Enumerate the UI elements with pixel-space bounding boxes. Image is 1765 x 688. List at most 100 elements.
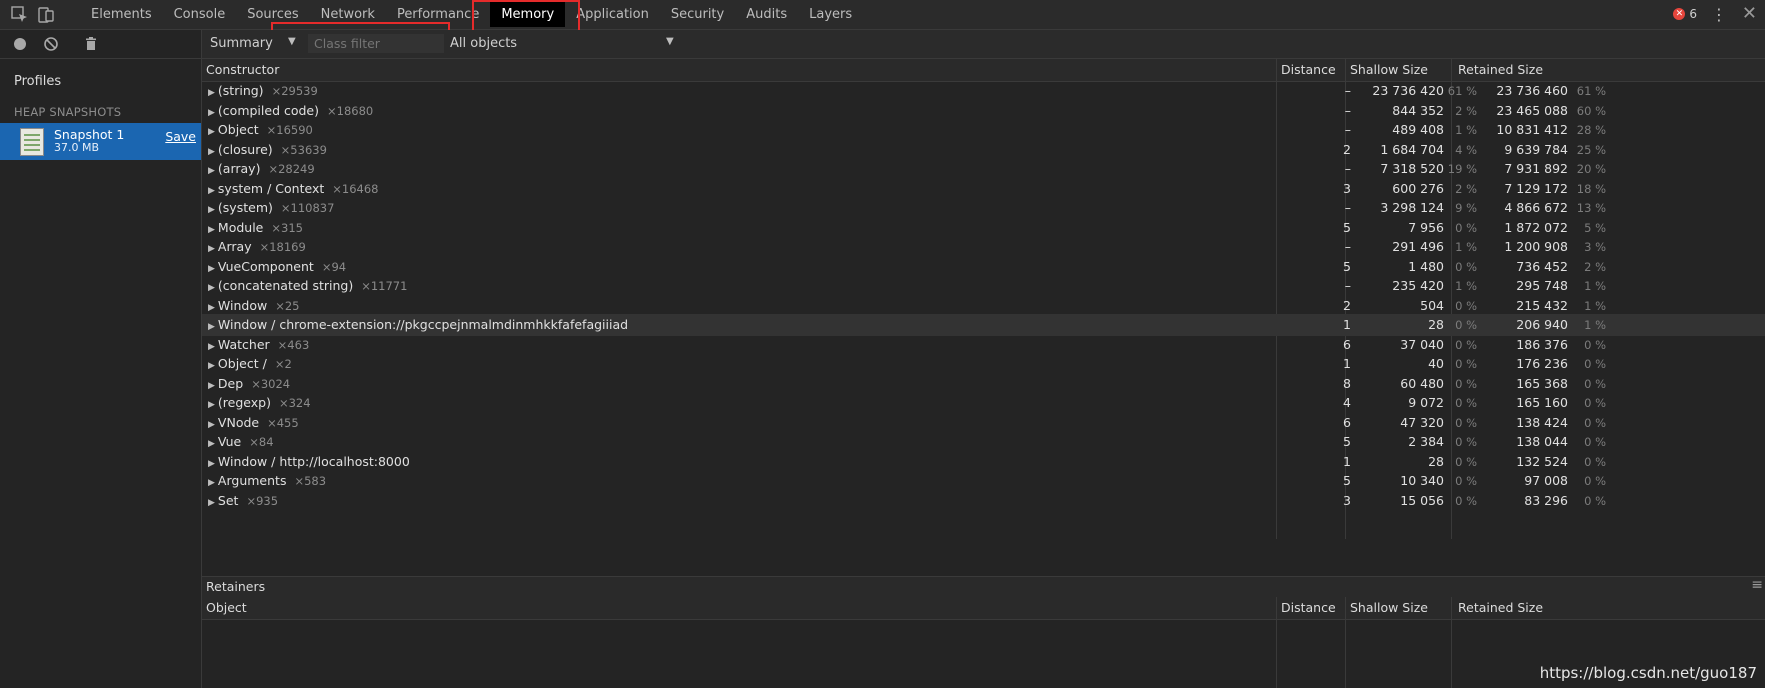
devtools-tab-bar: Elements Console Sources Network Performance…	[0, 0, 1765, 30]
objects-selector[interactable]: All objects	[450, 36, 517, 51]
expand-triangle-icon[interactable]: ▶	[208, 459, 215, 469]
expand-triangle-icon[interactable]: ▶	[208, 381, 215, 391]
expand-triangle-icon[interactable]: ▶	[208, 342, 215, 352]
col-object[interactable]: Object	[202, 597, 247, 619]
menu-icon[interactable]: ≡	[1751, 577, 1763, 593]
class-filter-input[interactable]	[308, 34, 444, 53]
close-icon[interactable]: ✕	[1742, 3, 1757, 24]
objects-dropdown-icon[interactable]: ▼	[666, 36, 674, 47]
col-retained-size[interactable]: Retained Size	[1454, 597, 1543, 619]
column-divider	[1451, 597, 1452, 688]
save-link[interactable]: Save	[165, 129, 196, 144]
clear-all-icon[interactable]	[42, 35, 60, 53]
tab-console[interactable]: Console	[163, 0, 237, 29]
instance-count: ×455	[267, 415, 299, 430]
view-dropdown-icon[interactable]: ▼	[288, 36, 296, 47]
constructor-name: VueComponent	[217, 258, 314, 274]
expand-triangle-icon[interactable]: ▶	[208, 147, 215, 157]
col-distance[interactable]: Distance	[1277, 59, 1336, 81]
device-toolbar-icon[interactable]	[36, 5, 56, 25]
expand-triangle-icon[interactable]: ▶	[208, 303, 215, 313]
col-shallow-size[interactable]: Shallow Size	[1346, 597, 1428, 619]
expand-triangle-icon[interactable]: ▶	[208, 205, 215, 215]
record-icon[interactable]	[11, 35, 29, 53]
col-distance[interactable]: Distance	[1277, 597, 1336, 619]
expand-triangle-icon[interactable]: ▶	[208, 283, 215, 293]
filter-toolbar: Summary ▼ All objects ▼	[202, 30, 1765, 59]
instance-count: ×315	[271, 220, 303, 235]
constructor-name: system / Context	[217, 180, 325, 196]
inspect-element-icon[interactable]	[10, 5, 30, 25]
snapshot-item[interactable]: Snapshot 1 37.0 MB Save	[0, 123, 201, 160]
instance-count: ×18169	[259, 240, 306, 254]
error-counter[interactable]: ✕ 6	[1673, 7, 1697, 21]
expand-triangle-icon[interactable]: ▶	[208, 166, 215, 176]
sidebar-toolbar	[0, 30, 201, 59]
retainers-bar: Retainers ≡	[202, 576, 1765, 598]
instance-count: ×25	[275, 298, 300, 313]
snapshot-size: 37.0 MB	[54, 141, 100, 154]
instance-count: ×11771	[361, 279, 408, 293]
constructor-name: Module	[217, 219, 264, 235]
col-constructor[interactable]: Constructor	[202, 59, 279, 81]
expand-triangle-icon[interactable]: ▶	[208, 88, 215, 98]
constructor-name: (string)	[217, 83, 264, 98]
instance-count: ×3024	[251, 376, 291, 391]
retainers-grid-header: Object Distance Shallow Size Retained Si…	[202, 597, 1765, 620]
constructor-name: Window	[217, 297, 268, 313]
col-shallow-size[interactable]: Shallow Size	[1346, 59, 1428, 81]
error-icon: ✕	[1673, 8, 1686, 20]
instance-count: ×16468	[332, 181, 379, 196]
constructor-name: Object /	[217, 356, 267, 371]
constructor-name: Watcher	[217, 336, 270, 352]
constructor-name: (concatenated string)	[217, 278, 354, 293]
expand-triangle-icon[interactable]: ▶	[208, 439, 215, 449]
view-selector[interactable]: Summary	[210, 36, 273, 51]
expand-triangle-icon[interactable]: ▶	[208, 127, 215, 137]
instance-count: ×110837	[280, 201, 335, 215]
expand-triangle-icon[interactable]: ▶	[208, 400, 215, 410]
tab-security[interactable]: Security	[660, 0, 735, 29]
expand-triangle-icon[interactable]: ▶	[208, 478, 215, 488]
constructor-name: (closure)	[217, 141, 273, 157]
constructor-name: VNode	[217, 414, 260, 430]
expand-triangle-icon[interactable]: ▶	[208, 420, 215, 430]
tab-audits[interactable]: Audits	[735, 0, 798, 29]
constructor-name: (regexp)	[217, 395, 271, 410]
instance-count: ×16590	[266, 123, 313, 137]
tab-elements[interactable]: Elements	[80, 0, 163, 29]
column-divider	[1276, 597, 1277, 688]
retained-percent-cell: 0 %	[1584, 493, 1606, 508]
trash-icon[interactable]	[82, 35, 100, 53]
profiles-sidebar: Profiles HEAP SNAPSHOTS Snapshot 1 37.0 …	[0, 30, 202, 688]
instance-count: ×29539	[271, 84, 318, 98]
instance-count: ×583	[294, 474, 327, 488]
tab-layers[interactable]: Layers	[798, 0, 863, 29]
table-row[interactable]: ▶ Set ×935 3 15 056 0 % 83 296 0 %	[202, 490, 1765, 512]
expand-triangle-icon[interactable]: ▶	[208, 361, 215, 371]
instance-count: ×324	[278, 396, 311, 410]
constructor-name: Object	[217, 122, 259, 137]
more-options-icon[interactable]: ⋮	[1711, 5, 1727, 24]
instance-count: ×18680	[327, 103, 374, 118]
constructor-name: (system)	[217, 200, 273, 215]
instance-count: ×2	[274, 357, 292, 371]
instance-count: ×28249	[268, 162, 315, 176]
expand-triangle-icon[interactable]: ▶	[208, 186, 215, 196]
expand-triangle-icon[interactable]: ▶	[208, 264, 215, 274]
constructor-name: Window / http://localhost:8000	[217, 453, 410, 469]
constructor-name: Arguments	[217, 473, 287, 488]
expand-triangle-icon[interactable]: ▶	[208, 225, 215, 235]
constructor-name: (array)	[217, 161, 261, 176]
constructor-list: ▶ (string) ×29539–23 736 420 61 % 23 736 460…	[202, 82, 1765, 539]
constructor-name: Vue	[217, 434, 242, 449]
shallow-percent-cell: 0 %	[1455, 493, 1477, 508]
expand-triangle-icon[interactable]: ▶	[208, 244, 215, 254]
instance-count: ×84	[249, 435, 274, 449]
expand-triangle-icon[interactable]: ▶	[208, 322, 215, 332]
expand-triangle-icon[interactable]: ▶	[208, 108, 215, 118]
constructor-name: Window / chrome-extension://pkgccpejnmal…	[217, 317, 629, 332]
instance-count: ×463	[277, 337, 310, 352]
expand-triangle-icon[interactable]: ▶	[208, 498, 215, 508]
col-retained-size[interactable]: Retained Size	[1454, 59, 1543, 81]
